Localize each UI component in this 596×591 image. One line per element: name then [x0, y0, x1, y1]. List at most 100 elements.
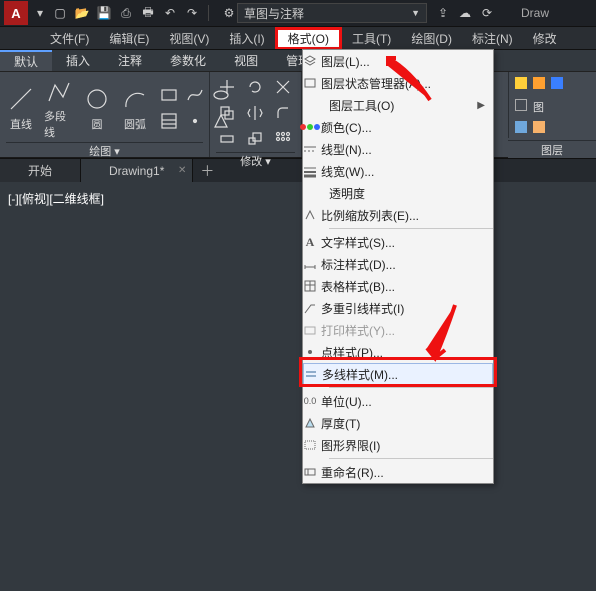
tool-scale[interactable] — [244, 128, 266, 150]
cloud-icon[interactable]: ☁ — [457, 5, 473, 21]
menu-item-linetype[interactable]: 线型(N)... — [303, 138, 493, 160]
menu-item-lineweight[interactable]: 线宽(W)... — [303, 160, 493, 182]
tool-spline[interactable] — [184, 84, 206, 106]
menu-item-thickness[interactable]: 厚度(T) — [303, 412, 493, 434]
tool-fillet[interactable] — [272, 102, 294, 124]
drawing-viewport[interactable]: [-][俯视][二维线框] — [0, 182, 596, 591]
panel-layer-label: 图层 — [508, 140, 596, 158]
menu-edit[interactable]: 编辑(E) — [99, 27, 159, 49]
menu-item-color[interactable]: 颜色(C)... — [303, 116, 493, 138]
menu-item-scale-list[interactable]: 比例缩放列表(E)... — [303, 204, 493, 226]
menu-item-label: 厚度(T) — [321, 415, 360, 432]
menu-item-label: 透明度 — [329, 185, 365, 202]
app-logo[interactable]: A — [4, 1, 28, 25]
share-icon[interactable]: ⇪ — [435, 5, 451, 21]
ribbon-tab-annotate[interactable]: 注释 — [104, 50, 156, 71]
ribbon-tab-default[interactable]: 默认 — [0, 50, 52, 71]
tool-circle[interactable]: 圆 — [82, 84, 112, 132]
tool-trim[interactable] — [272, 76, 294, 98]
ribbon-tab-insert[interactable]: 插入 — [52, 50, 104, 71]
stretch-icon — [218, 130, 236, 148]
new-icon[interactable]: ▢ — [52, 5, 68, 21]
ribbon-tab-view[interactable]: 视图 — [220, 50, 272, 71]
menu-insert[interactable]: 插入(I) — [219, 27, 274, 49]
tool-polyline[interactable]: 多段线 — [44, 76, 74, 140]
layer-row-1[interactable] — [509, 72, 596, 94]
thickness-icon — [303, 416, 317, 430]
table-style-icon — [303, 279, 317, 293]
menu-item-label: 表格样式(B)... — [321, 278, 395, 295]
close-icon[interactable]: ✕ — [178, 165, 186, 176]
tool-label: 圆弧 — [124, 116, 146, 132]
undo-icon[interactable]: ↶ — [162, 5, 178, 21]
layers-icon — [303, 54, 317, 68]
menu-item-label: 图形界限(I) — [321, 437, 380, 454]
menu-item-label: 文字样式(S)... — [321, 234, 395, 251]
menu-view[interactable]: 视图(V) — [159, 27, 219, 49]
tool-line[interactable]: 直线 — [6, 84, 36, 132]
tool-mirror[interactable] — [244, 102, 266, 124]
tool-rectangle[interactable] — [158, 84, 180, 106]
caret-down-icon[interactable]: ▾ — [32, 5, 48, 21]
lock-icon — [551, 77, 563, 89]
menu-file[interactable]: 文件(F) — [40, 27, 99, 49]
open-icon[interactable]: 📂 — [74, 5, 90, 21]
move-icon — [218, 78, 236, 96]
panel-draw-label: 绘图 — [89, 143, 111, 159]
workspace-dropdown[interactable]: 草图与注释 ▼ — [237, 3, 427, 23]
menu-item-table-style[interactable]: 表格样式(B)... — [303, 275, 493, 297]
layer-row-2[interactable]: 图 — [509, 94, 596, 116]
mirror-icon — [246, 104, 264, 122]
tool-array[interactable] — [272, 128, 294, 150]
menu-dimension[interactable]: 标注(N) — [462, 27, 523, 49]
menu-item-label: 点样式(P)... — [321, 344, 383, 361]
menu-format[interactable]: 格式(O) — [278, 30, 339, 47]
submenu-arrow-icon: ▶ — [477, 100, 485, 111]
highlight-format-menu: 格式(O) — [275, 27, 342, 49]
redo-icon[interactable]: ↷ — [184, 5, 200, 21]
hatch-icon — [160, 112, 178, 130]
tool-hatch[interactable] — [158, 110, 180, 132]
tool-rotate[interactable] — [244, 76, 266, 98]
print-icon[interactable]: 🖶 — [140, 5, 156, 21]
spline-icon — [186, 86, 204, 104]
menu-item-label: 线型(N)... — [321, 141, 372, 158]
viewport-controls[interactable]: [-][俯视][二维线框] — [8, 190, 104, 207]
save-icon[interactable]: 💾 — [96, 5, 112, 21]
tool-point[interactable] — [184, 110, 206, 132]
line-icon — [7, 85, 35, 113]
menu-item-label: 比例缩放列表(E)... — [321, 207, 419, 224]
title-bar: A ▾ ▢ 📂 💾 ⎙ 🖶 ↶ ↷ ⚙ 草图与注释 ▼ ⇪ ☁ ⟳ Draw — [0, 0, 596, 26]
tool-arc[interactable]: 圆弧 — [120, 84, 150, 132]
arc-icon — [121, 85, 149, 113]
menu-item-label: 线宽(W)... — [321, 163, 374, 180]
menu-item-text-style[interactable]: A 文字样式(S)... — [303, 231, 493, 253]
menu-draw[interactable]: 绘图(D) — [401, 27, 462, 49]
saveas-icon[interactable]: ⎙ — [118, 5, 134, 21]
menu-item-transparency[interactable]: 透明度 — [303, 182, 493, 204]
tool-move[interactable] — [216, 76, 238, 98]
menu-tools[interactable]: 工具(T) — [342, 27, 401, 49]
doc-tab-label: Drawing1* — [109, 164, 164, 178]
doc-tab-start[interactable]: 开始 — [0, 159, 81, 182]
doc-tab-add[interactable]: ＋ — [193, 159, 221, 182]
workspace-switcher[interactable]: ⚙ 草图与注释 ▼ — [221, 3, 427, 23]
app-title: Draw — [521, 6, 549, 20]
bulb-icon — [515, 77, 527, 89]
menu-item-dim-style[interactable]: 标注样式(D)... — [303, 253, 493, 275]
doc-tab-drawing1[interactable]: Drawing1* ✕ — [81, 159, 193, 182]
layer-row-3[interactable] — [509, 116, 596, 138]
menu-item-rename[interactable]: 重命名(R)... — [303, 461, 493, 483]
menu-item-limits[interactable]: 图形界限(I) — [303, 434, 493, 456]
tool-stretch[interactable] — [216, 128, 238, 150]
document-tabs: 开始 Drawing1* ✕ ＋ — [0, 158, 596, 182]
workspace-label: 草图与注释 — [244, 5, 304, 22]
color-icon — [303, 120, 317, 134]
menu-modify[interactable]: 修改 — [523, 27, 567, 49]
menu-item-label: 重命名(R)... — [321, 464, 384, 481]
menu-item-units[interactable]: 0.0 单位(U)... — [303, 390, 493, 412]
sync-icon[interactable]: ⟳ — [479, 5, 495, 21]
trim-icon — [274, 78, 292, 96]
ribbon-tab-parametric[interactable]: 参数化 — [156, 50, 220, 71]
tool-copy[interactable] — [216, 102, 238, 124]
